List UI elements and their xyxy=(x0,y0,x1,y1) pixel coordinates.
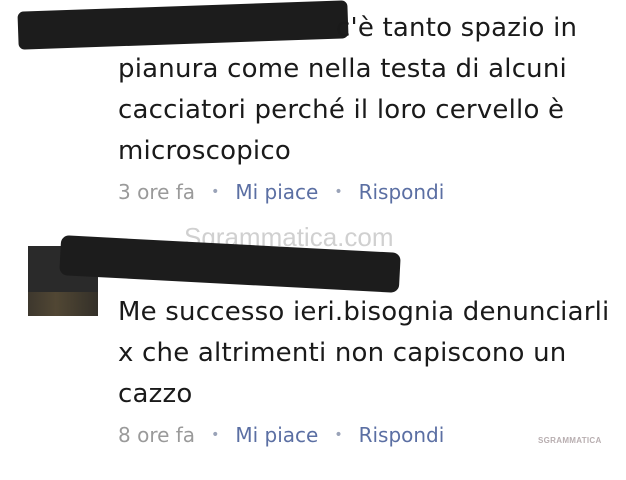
comment-1-text: c'è tanto spazio in pianura come nella t… xyxy=(118,13,578,166)
site-logo: SGRAMMATICA xyxy=(538,436,602,445)
separator-dot: • xyxy=(211,427,220,443)
separator-dot: • xyxy=(334,184,343,200)
separator-dot: • xyxy=(334,427,343,443)
comment-1: c'è tanto spazio in pianura come nella t… xyxy=(118,8,616,206)
comment-2-text: Me successo ieri.bisognia denunciarli x … xyxy=(118,297,610,409)
comment-2-reply-link[interactable]: Rispondi xyxy=(359,421,445,449)
comment-1-time: 3 ore fa xyxy=(118,180,196,204)
comment-2-time: 8 ore fa xyxy=(118,423,196,447)
comment-2-like-link[interactable]: Mi piace xyxy=(235,421,318,449)
comment-1-actions: 3 ore fa • Mi piace • Rispondi xyxy=(118,178,616,206)
separator-dot: • xyxy=(211,184,220,200)
comment-2: Me successo ieri.bisognia denunciarli x … xyxy=(118,292,616,449)
comment-1-like-link[interactable]: Mi piace xyxy=(235,178,318,206)
comment-1-reply-link[interactable]: Rispondi xyxy=(359,178,445,206)
